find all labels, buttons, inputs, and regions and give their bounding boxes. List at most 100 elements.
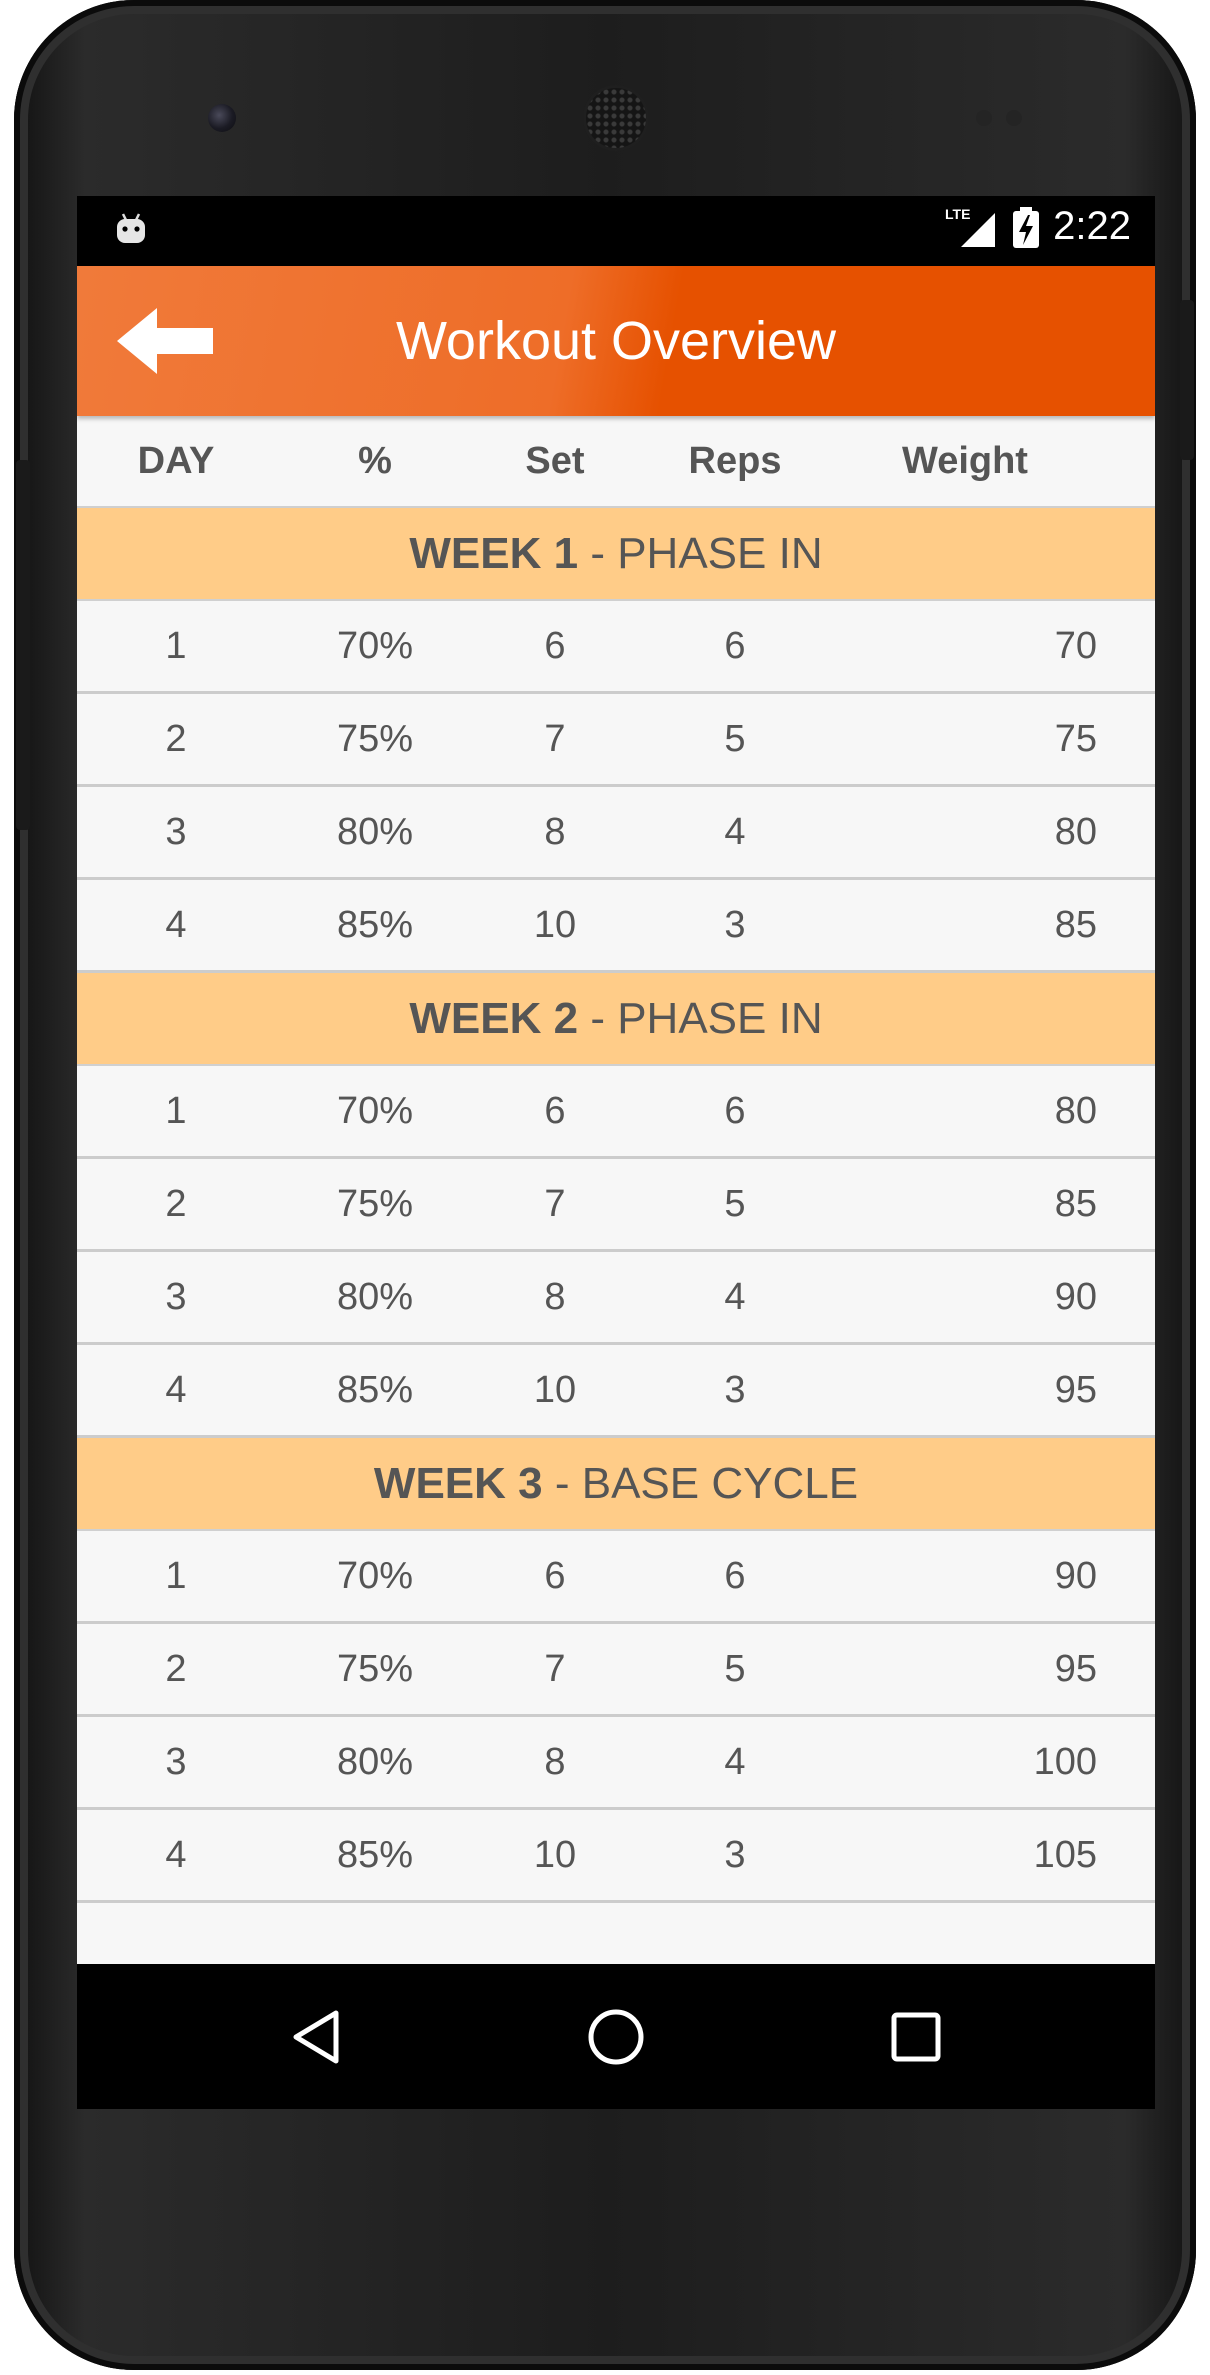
cell-set: 6 [544,1089,566,1132]
power-button [1180,300,1194,460]
cell-day: 1 [165,624,187,667]
front-camera [208,104,236,132]
cell-weight: 105 [1033,1833,1097,1876]
cell-set: 7 [544,1182,566,1225]
cell-reps: 3 [724,903,746,946]
cell-set: 10 [533,1833,577,1876]
navigation-bar [77,1964,1155,2109]
cell-set: 8 [544,1275,566,1318]
cell-set: 8 [544,1740,566,1783]
cell-reps: 6 [724,624,746,667]
cell-reps: 4 [724,1740,746,1783]
week-header: WEEK 1 - PHASE IN [77,508,1155,601]
cell-weight: 90 [1054,1554,1097,1597]
table-row: 3 80% 8 4 100 [77,1717,1155,1810]
cell-percent: 75% [336,1647,414,1690]
table-header: DAY % Set Reps Weight [77,416,1155,508]
cell-reps: 3 [724,1833,746,1876]
cell-reps: 3 [724,1368,746,1411]
cell-reps: 5 [724,1182,746,1225]
cell-percent: 80% [336,1275,414,1318]
cell-percent: 75% [336,1182,414,1225]
earpiece-speaker [586,88,646,148]
back-triangle-icon [293,2010,339,2063]
cell-reps: 6 [724,1554,746,1597]
cell-weight: 95 [1054,1368,1097,1411]
header-day: DAY [137,439,215,482]
cell-weight: 75 [1054,717,1097,760]
week-number: WEEK 3 [373,1458,543,1508]
cell-weight: 80 [1054,810,1097,853]
cell-set: 7 [544,717,566,760]
nav-home-button[interactable] [556,1987,676,2087]
table-row: 1 70% 6 6 70 [77,601,1155,694]
cell-reps: 4 [724,1275,746,1318]
week-separator: - [578,993,618,1043]
header-percent: % [358,439,392,482]
week-phase: BASE CYCLE [581,1458,859,1508]
cell-set: 6 [544,1554,566,1597]
cell-reps: 6 [724,1089,746,1132]
cell-set: 10 [533,903,577,946]
cell-day: 1 [165,1089,187,1132]
android-robot-icon [117,213,145,243]
cell-percent: 85% [336,903,414,946]
signal-icon: LTE [945,206,996,247]
status-icons: LTE 2:22 [945,204,1131,249]
cell-set: 7 [544,1647,566,1690]
workout-table: DAY % Set Reps Weight WEEK 1 - PHASE IN … [77,416,1155,1903]
table-row: 2 75% 7 5 75 [77,694,1155,787]
cell-day: 2 [165,1182,187,1225]
header-reps: Reps [688,439,782,482]
cell-day: 2 [165,717,187,760]
week-phase: PHASE IN [617,993,823,1043]
status-bar: LTE 2:22 [77,196,1155,266]
header-set: Set [525,439,585,482]
cell-percent: 80% [336,1740,414,1783]
cell-percent: 70% [336,1089,414,1132]
light-sensor [1006,110,1022,126]
cell-day: 3 [165,810,187,853]
cell-day: 4 [165,1833,187,1876]
phone-device: LTE 2:22 Workout Overview DAY % Set Reps… [14,0,1196,2370]
week-separator: - [578,528,618,578]
nav-recents-button[interactable] [856,1987,976,2087]
table-row: 4 85% 10 3 85 [77,880,1155,973]
cell-weight: 100 [1033,1740,1097,1783]
battery-charging-icon [1013,206,1040,248]
screen: LTE 2:22 Workout Overview DAY % Set Reps… [77,196,1155,2109]
proximity-sensor [976,110,992,126]
cell-day: 2 [165,1647,187,1690]
cell-weight: 80 [1054,1089,1097,1132]
cell-percent: 70% [336,1554,414,1597]
home-circle-icon [588,2009,644,2064]
table-row: 1 70% 6 6 90 [77,1531,1155,1624]
cell-percent: 85% [336,1833,414,1876]
table-row: 2 75% 7 5 95 [77,1624,1155,1717]
header-weight: Weight [902,439,1028,482]
recents-square-icon [891,2012,941,2061]
week-number: WEEK 1 [409,528,579,578]
page-title: Workout Overview [395,311,837,371]
cell-set: 10 [533,1368,577,1411]
week-separator: - [542,1458,582,1508]
week-header: WEEK 2 - PHASE IN [77,973,1155,1066]
cell-weight: 95 [1054,1647,1097,1690]
table-row: 4 85% 10 3 105 [77,1810,1155,1903]
table-row: 1 70% 6 6 80 [77,1066,1155,1159]
volume-button [16,460,30,830]
cell-weight: 85 [1054,903,1097,946]
cell-percent: 75% [336,717,414,760]
cell-weight: 90 [1054,1275,1097,1318]
table-row: 3 80% 8 4 90 [77,1252,1155,1345]
table-row: 3 80% 8 4 80 [77,787,1155,880]
cell-set: 6 [544,624,566,667]
cell-percent: 70% [336,624,414,667]
cell-day: 3 [165,1275,187,1318]
app-bar: Workout Overview [77,266,1155,416]
cell-percent: 80% [336,810,414,853]
week-header: WEEK 3 - BASE CYCLE [77,1438,1155,1531]
week-phase: PHASE IN [617,528,823,578]
nav-back-button[interactable] [256,1987,376,2087]
table-row: 4 85% 10 3 95 [77,1345,1155,1438]
